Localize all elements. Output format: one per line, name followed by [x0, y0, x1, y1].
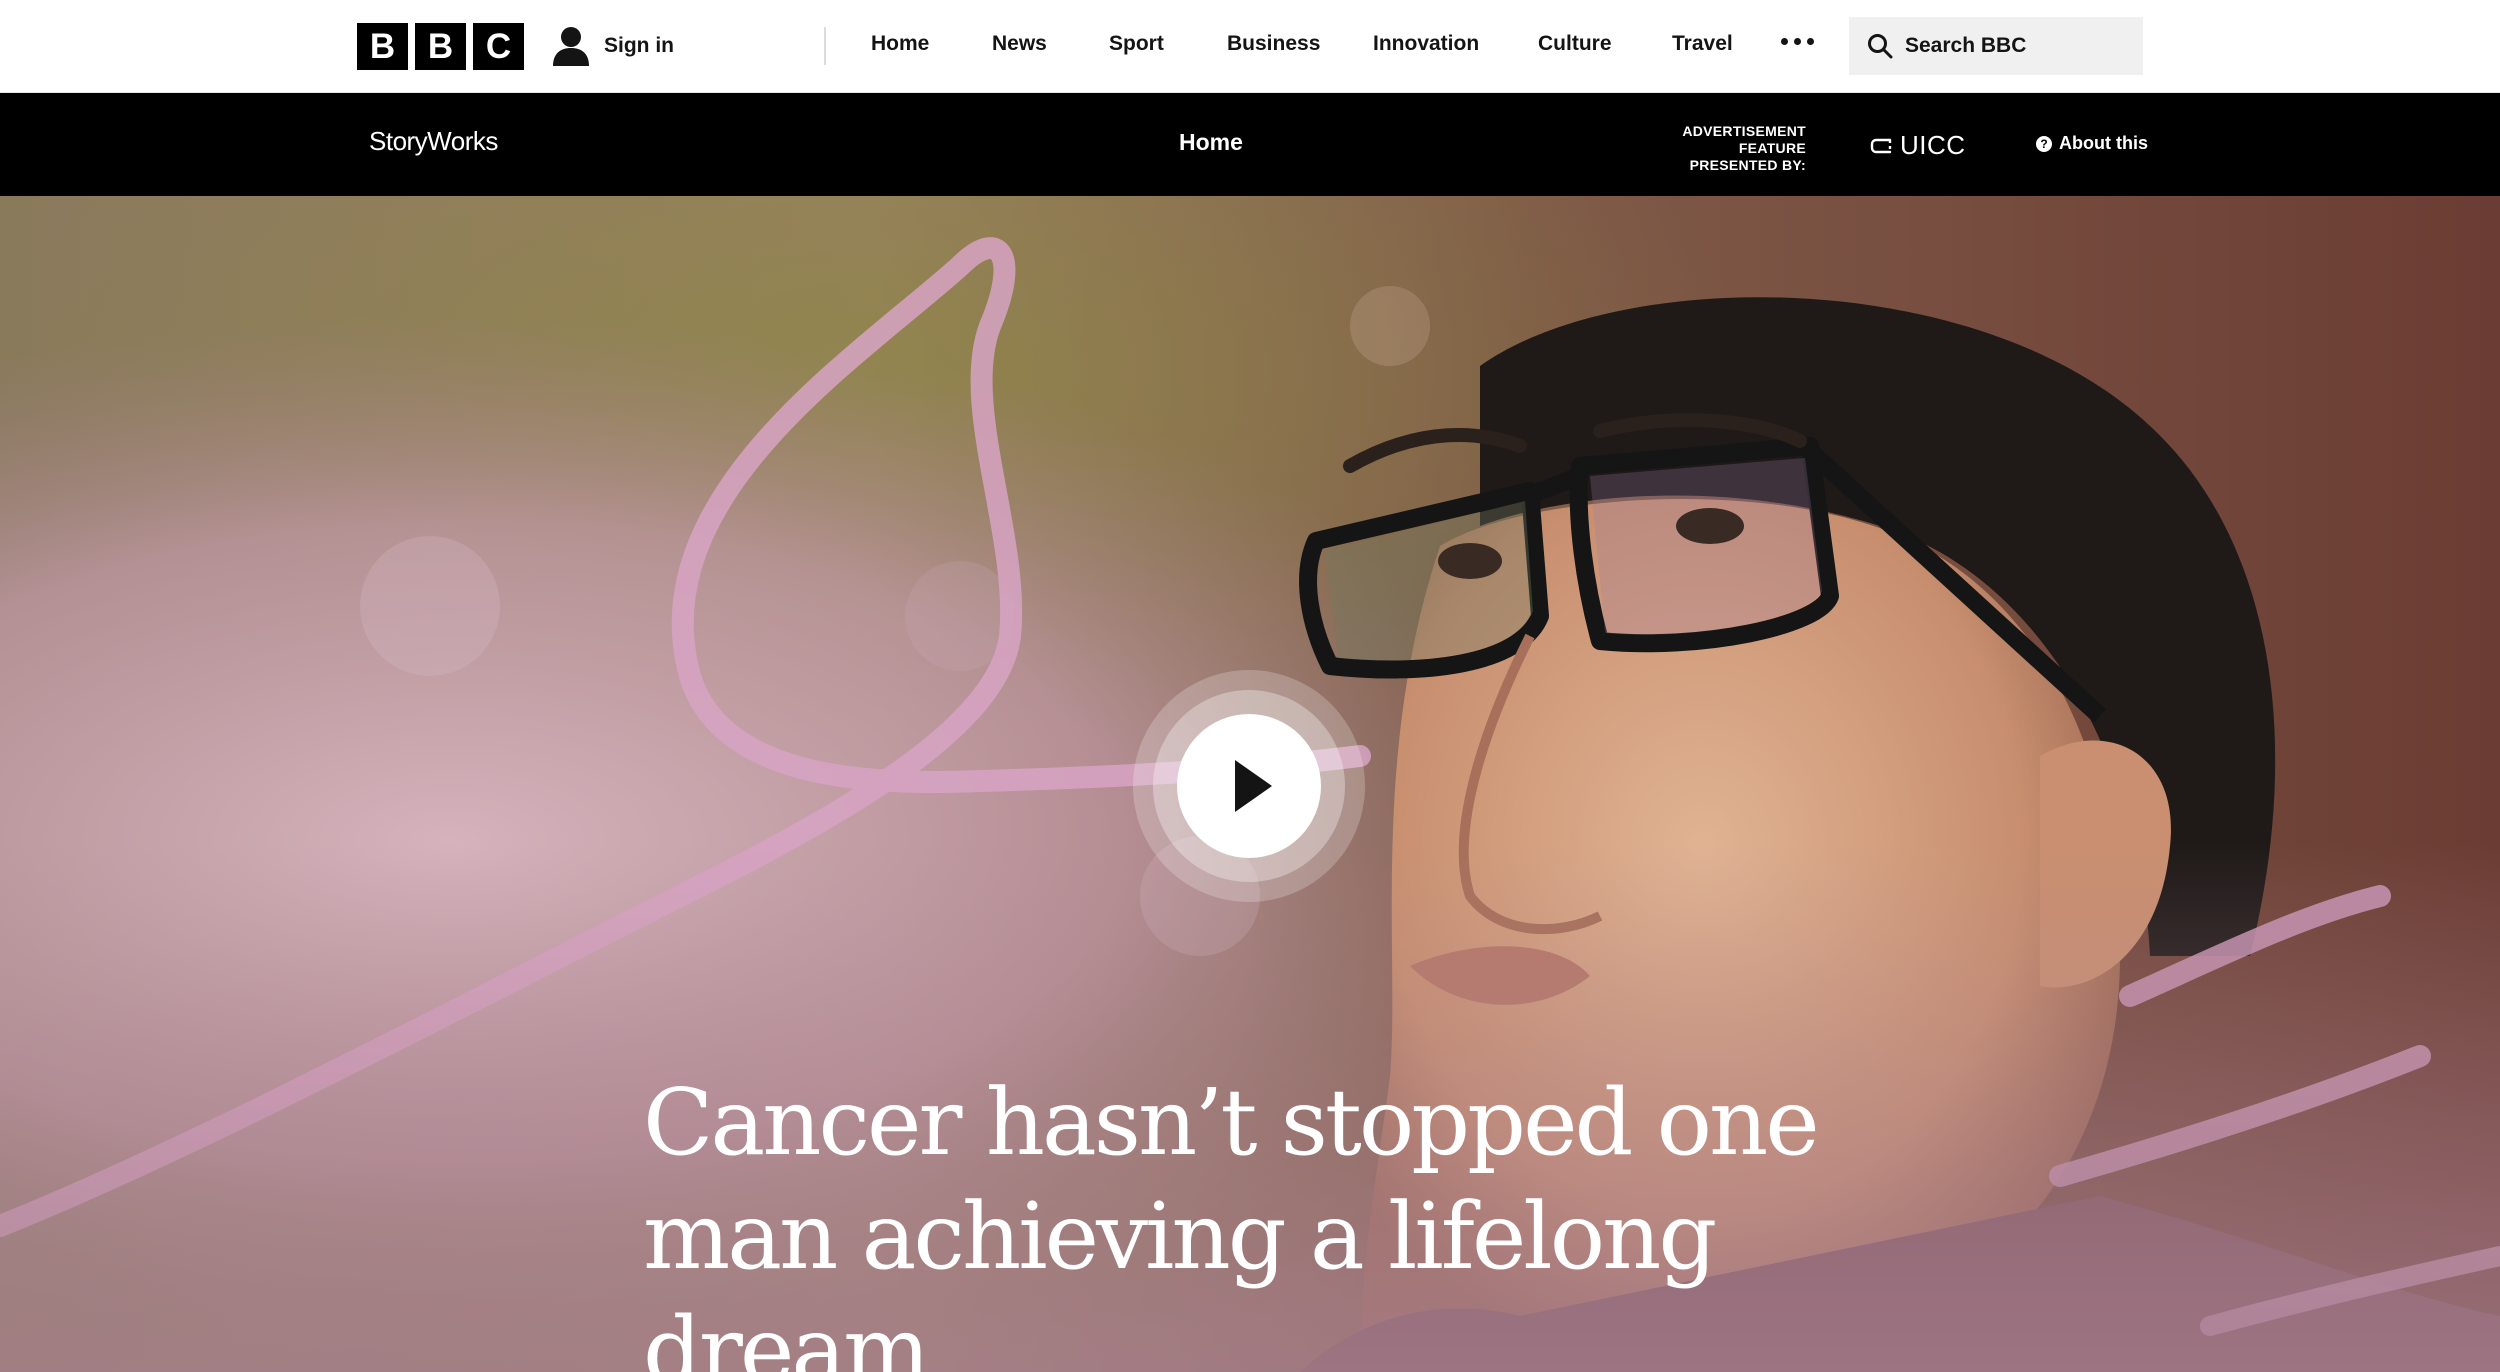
- nav-item-news[interactable]: News: [992, 32, 1047, 56]
- bbc-global-header: B B C Sign in Home News Sport Business I…: [0, 0, 2500, 93]
- about-this-button[interactable]: ? About this: [2036, 133, 2148, 154]
- user-icon: [553, 27, 589, 66]
- search-label: Search BBC: [1905, 34, 2027, 57]
- ad-line: ADVERTISEMENT: [1682, 123, 1806, 139]
- uicc-logo-icon: [1870, 138, 1892, 153]
- bbc-logo-letter: B: [357, 23, 408, 70]
- sponsor-name: UICC: [1900, 130, 1966, 160]
- hero-headline: Cancer hasn’t stopped one man achieving …: [643, 1066, 1943, 1372]
- search-icon: [1868, 34, 1893, 59]
- search-bar[interactable]: Search BBC: [1849, 17, 2143, 75]
- headline-line: man achieving a lifelong dream: [643, 1183, 1717, 1372]
- nav-item-culture[interactable]: Culture: [1538, 32, 1612, 56]
- nav-item-innovation[interactable]: Innovation: [1373, 32, 1479, 56]
- storyworks-home-link[interactable]: Home: [1179, 129, 1243, 156]
- storyworks-bar: StoryWorks Home ADVERTISEMENT FEATURE PR…: [0, 93, 2500, 196]
- bbc-logo-letter: C: [473, 23, 524, 70]
- more-dots-icon[interactable]: [1781, 38, 1814, 45]
- storyworks-logo[interactable]: StoryWorks: [369, 126, 498, 157]
- sponsor-logo[interactable]: UICC: [1870, 130, 1966, 161]
- nav-item-travel[interactable]: Travel: [1672, 32, 1733, 56]
- advertisement-label: ADVERTISEMENT FEATURE PRESENTED BY:: [1646, 123, 1806, 174]
- nav-item-business[interactable]: Business: [1227, 32, 1320, 56]
- headline-line: Cancer hasn’t stopped one: [643, 1069, 1820, 1176]
- nav-item-sport[interactable]: Sport: [1109, 32, 1164, 56]
- bbc-logo[interactable]: B B C: [357, 23, 524, 70]
- hero-video[interactable]: Cancer hasn’t stopped one man achieving …: [0, 196, 2500, 1372]
- nav-item-home[interactable]: Home: [871, 32, 929, 56]
- ad-line: FEATURE: [1738, 140, 1806, 156]
- bbc-logo-letter: B: [415, 23, 466, 70]
- sign-in-button[interactable]: Sign in: [552, 26, 674, 66]
- nav-divider: [824, 27, 826, 65]
- ad-line: PRESENTED BY:: [1689, 157, 1806, 173]
- about-this-label: About this: [2059, 133, 2148, 153]
- help-icon: ?: [2036, 135, 2052, 152]
- play-icon[interactable]: [1131, 668, 1367, 904]
- sign-in-label: Sign in: [604, 34, 674, 57]
